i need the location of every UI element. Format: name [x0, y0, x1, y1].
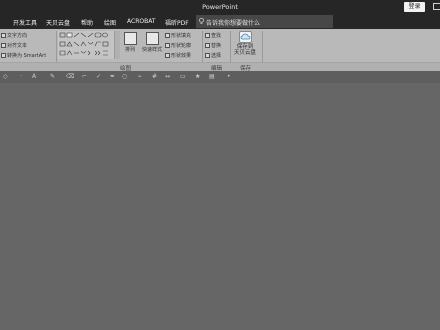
fill-icon	[165, 33, 170, 38]
search-placeholder: 告诉我你想要做什么	[206, 20, 261, 27]
pen-icon[interactable]: ✒	[110, 74, 116, 80]
save-label-line2: 天贝云盘	[233, 50, 256, 56]
convert-smartart-button[interactable]: 转换为 SmartArt	[1, 52, 46, 59]
tab-developer[interactable]: 开发工具	[13, 18, 37, 27]
replace-icon	[205, 43, 210, 48]
ribbon-tab-bar: 开发工具 天贝云盘 帮助 绘图 ACROBAT 福昕PDF 告诉我你想要做什么	[0, 14, 440, 29]
replace-button[interactable]: 替换	[205, 42, 221, 49]
tab-draw[interactable]: 绘图	[104, 18, 116, 27]
picture-icon[interactable]: ▭	[180, 74, 186, 80]
shape-icon[interactable]: ○	[122, 74, 128, 80]
title-bar: PowerPoint 登录	[0, 0, 440, 14]
clear-format-icon[interactable]: ⌫	[66, 74, 74, 80]
lightbulb-icon	[199, 18, 204, 24]
star-icon[interactable]: ★	[195, 74, 201, 80]
shape-effects-button[interactable]: 形状效果	[165, 52, 191, 59]
outline-icon	[165, 43, 170, 48]
tab-acrobat[interactable]: ACROBAT	[127, 18, 156, 25]
shape-fill-button[interactable]: 形状填充	[165, 32, 191, 39]
format-painter-icon[interactable]: ⌐	[82, 74, 88, 80]
layout-icon[interactable]: ▤	[209, 74, 215, 80]
table-icon[interactable]: #	[152, 74, 158, 80]
save-to-cloud-button[interactable]: 保存到 天贝云盘	[232, 31, 258, 61]
effects-icon	[165, 53, 170, 58]
tab-help[interactable]: 帮助	[81, 18, 93, 27]
cloud-icon	[238, 31, 252, 43]
shapes-gallery[interactable]	[58, 31, 114, 59]
arrow-icon[interactable]: ↔	[165, 74, 171, 80]
check-icon[interactable]: ✓	[96, 74, 102, 80]
select-icon	[205, 53, 210, 58]
text-direction-button[interactable]: 文字方向	[1, 32, 27, 39]
slide-canvas[interactable]	[0, 83, 440, 330]
text-direction-icon	[1, 33, 6, 38]
select-button[interactable]: 选择	[205, 52, 221, 59]
align-text-button[interactable]: 对齐文本	[1, 42, 27, 49]
login-button[interactable]: 登录	[404, 2, 425, 12]
app-title: PowerPoint	[202, 3, 238, 11]
highlight-icon[interactable]: ✎	[50, 74, 56, 80]
font-icon[interactable]: ◇	[3, 74, 9, 80]
smartart-icon	[1, 53, 6, 58]
gallery-scroll-button[interactable]	[114, 31, 120, 59]
tab-cloud-disk[interactable]: 天贝云盘	[46, 18, 70, 27]
tab-foxit-pdf[interactable]: 福昕PDF	[165, 18, 189, 27]
shape-outline-button[interactable]: 形状轮廓	[165, 42, 191, 49]
align-text-icon	[1, 43, 6, 48]
font-size-icon[interactable]: ·	[20, 74, 26, 80]
quick-styles-icon	[145, 32, 159, 45]
shapes-gallery-icon	[59, 32, 109, 56]
find-button[interactable]: 查找	[205, 32, 221, 39]
arrange-icon	[123, 32, 137, 45]
more-icon[interactable]: •	[227, 74, 233, 80]
format-toolbar: ◇ · A ✎ ⌫ ⌐ ✓ ✒ ○ ⌁ # ↔ ▭ ★ ▤ •	[0, 71, 440, 83]
arrange-button[interactable]: 排列	[122, 32, 138, 53]
tell-me-search[interactable]: 告诉我你想要做什么	[196, 15, 333, 28]
ribbon-group-labels: 绘图 编辑 保存	[0, 62, 440, 72]
connector-icon[interactable]: ⌁	[138, 74, 144, 80]
quick-styles-button[interactable]: 快速样式	[140, 32, 164, 53]
find-icon	[205, 33, 210, 38]
window-control-icon[interactable]	[433, 3, 440, 10]
font-color-icon[interactable]: A	[32, 74, 38, 80]
